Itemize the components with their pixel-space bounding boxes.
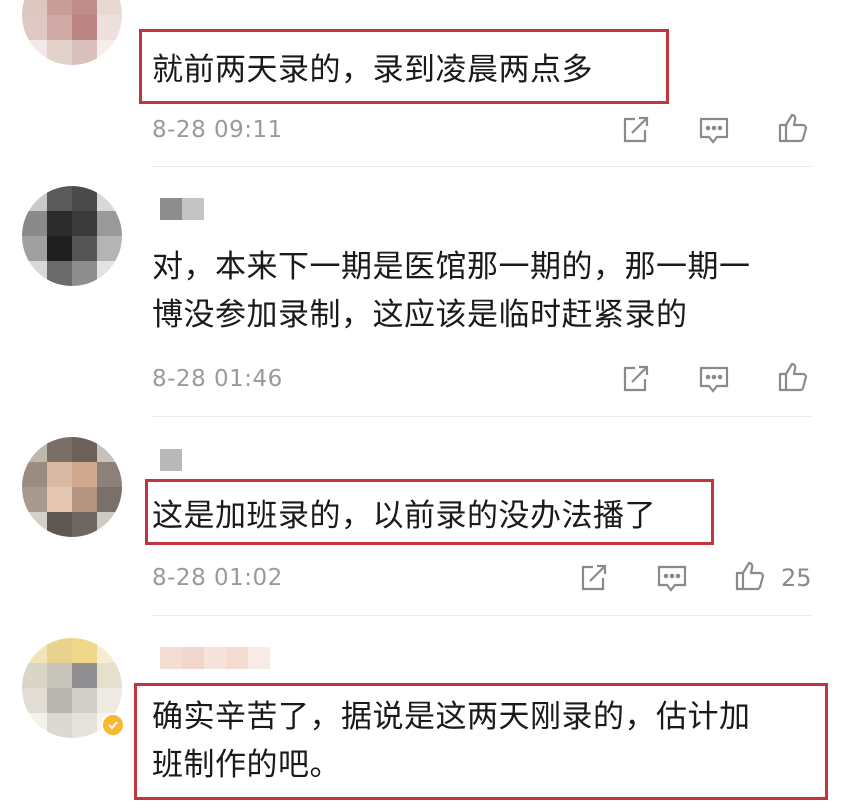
divider (152, 166, 813, 167)
highlight-box (139, 29, 669, 104)
reply-button[interactable] (697, 362, 731, 396)
username-pixelated[interactable] (160, 198, 204, 220)
reply-button[interactable] (697, 113, 731, 147)
share-icon (623, 116, 649, 143)
avatar[interactable] (22, 437, 122, 537)
username-pixelated[interactable] (160, 449, 182, 471)
divider (152, 416, 813, 417)
comment-icon (699, 366, 729, 393)
username-pixelated[interactable] (160, 647, 270, 669)
like-button[interactable] (733, 559, 767, 593)
like-icon (778, 113, 808, 143)
verified-icon (101, 713, 125, 737)
comment-icon (657, 565, 687, 592)
avatar[interactable] (22, 186, 122, 286)
comment-text: 对，本来下一期是医馆那一期的，那一期一 博没参加录制，这应该是临时赶紧录的 (152, 249, 751, 333)
like-button[interactable] (776, 360, 810, 394)
comment-timestamp: 8-28 01:02 (152, 565, 283, 591)
reply-button[interactable] (655, 561, 689, 595)
share-icon (623, 365, 649, 392)
share-icon (581, 564, 607, 591)
like-icon (735, 561, 765, 591)
share-button[interactable] (618, 113, 652, 147)
share-button[interactable] (576, 561, 610, 595)
like-count: 25 (781, 564, 812, 592)
share-button[interactable] (618, 362, 652, 396)
divider (152, 615, 813, 616)
comment-icon (699, 117, 729, 144)
comment-timestamp: 8-28 01:46 (152, 366, 283, 392)
avatar[interactable] (22, 0, 122, 65)
highlight-box (134, 683, 828, 800)
highlight-box (145, 479, 714, 545)
like-icon (778, 362, 808, 392)
comment-timestamp: 8-28 09:11 (152, 117, 283, 143)
like-button[interactable] (776, 111, 810, 145)
